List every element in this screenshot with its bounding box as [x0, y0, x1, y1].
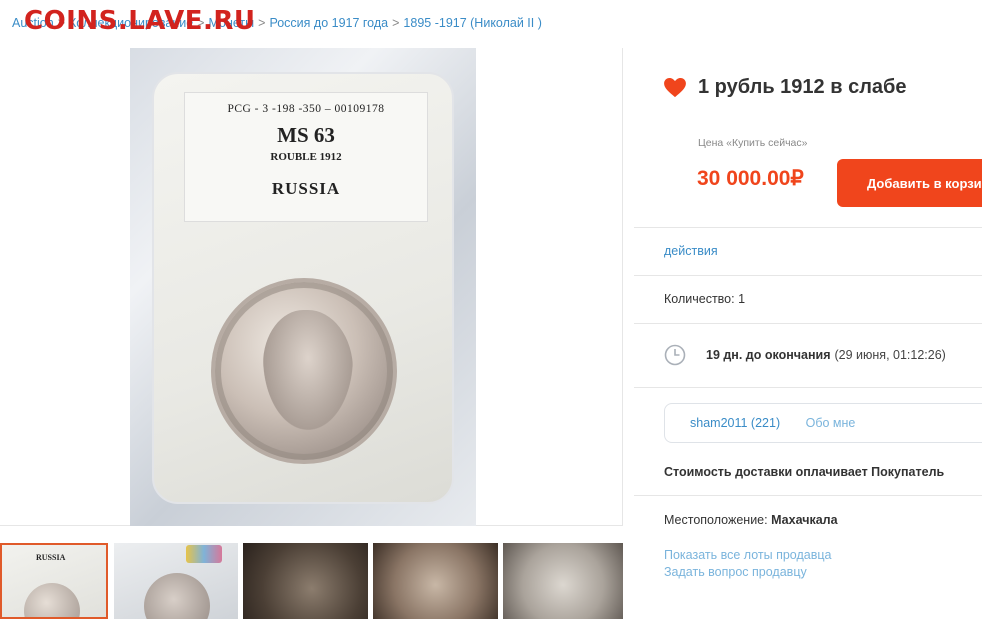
- thumbnail-4[interactable]: [373, 543, 498, 619]
- seller-link[interactable]: sham2011 (221): [690, 416, 780, 430]
- thumbnail-label: RUSSIA: [36, 553, 66, 562]
- breadcrumb-separator: >: [392, 16, 400, 30]
- hologram-sticker: [186, 545, 222, 563]
- slab-cert-number: PCG - 3 -198 -350 – 00109178: [227, 103, 385, 115]
- site-watermark: COINS.LAVE.RU: [24, 6, 256, 36]
- ask-seller-link[interactable]: Задать вопрос продавцу: [664, 565, 807, 579]
- breadcrumb-item-russia-pre-1917[interactable]: Россия до 1917 года: [269, 16, 388, 30]
- divider: [634, 275, 982, 276]
- price-label: Цена «Купить сейчас»: [698, 137, 808, 149]
- main-photo[interactable]: PCG - 3 -198 -350 – 00109178 MS 63 ROUBL…: [0, 48, 623, 526]
- lot-title: 1 рубль 1912 в слабе: [698, 76, 907, 98]
- lot-title-row: 1 рубль 1912 в слабе: [664, 76, 907, 99]
- location-label: Местоположение:: [664, 513, 768, 527]
- quantity: Количество: 1: [664, 292, 746, 306]
- thumbnail-3[interactable]: [243, 543, 368, 619]
- heart-icon[interactable]: [664, 77, 686, 98]
- thumbnail-1[interactable]: RUSSIA: [0, 543, 108, 619]
- clock-icon: [664, 344, 686, 366]
- breadcrumb-separator: >: [258, 16, 266, 30]
- divider: [634, 387, 982, 388]
- thumbnail-5[interactable]: [503, 543, 623, 619]
- coin-portrait: [263, 310, 353, 430]
- thumbnail-coin: [24, 583, 80, 617]
- location: Местоположение: Махачкала: [664, 513, 838, 527]
- location-value: Махачкала: [771, 513, 838, 527]
- actions-link[interactable]: действия: [664, 244, 718, 258]
- shipping-info: Стоимость доставки оплачивает Покупатель: [664, 465, 945, 479]
- coin-image: [211, 278, 397, 464]
- divider: [634, 495, 982, 496]
- slab-grade: MS 63: [277, 123, 335, 147]
- seller-box: sham2011 (221) Обо мне: [664, 403, 982, 443]
- slab-label: PCG - 3 -198 -350 – 00109178 MS 63 ROUBL…: [184, 92, 428, 222]
- add-to-cart-button[interactable]: Добавить в корзину: [837, 159, 982, 207]
- divider: [634, 323, 982, 324]
- coin-slab-image: PCG - 3 -198 -350 – 00109178 MS 63 ROUBL…: [130, 48, 476, 526]
- end-time: (29 июня, 01:12:26): [834, 348, 946, 362]
- breadcrumb-item-nicholas-ii[interactable]: 1895 -1917 (Николай II ): [403, 16, 541, 30]
- divider: [634, 227, 982, 228]
- slab-coin-name: ROUBLE 1912: [270, 151, 342, 163]
- time-left: 19 дн. до окончания: [706, 348, 831, 362]
- slab-country: RUSSIA: [271, 179, 341, 198]
- buy-now-price: 30 000.00₽: [697, 167, 804, 190]
- about-seller-link[interactable]: Обо мне: [806, 416, 856, 430]
- all-seller-lots-link[interactable]: Показать все лоты продавца: [664, 548, 831, 562]
- slab-holder: PCG - 3 -198 -350 – 00109178 MS 63 ROUBL…: [152, 72, 454, 504]
- thumbnail-coin: [144, 573, 210, 619]
- thumbnail-2[interactable]: [114, 543, 238, 619]
- time-remaining: 19 дн. до окончания (29 июня, 01:12:26): [664, 344, 946, 366]
